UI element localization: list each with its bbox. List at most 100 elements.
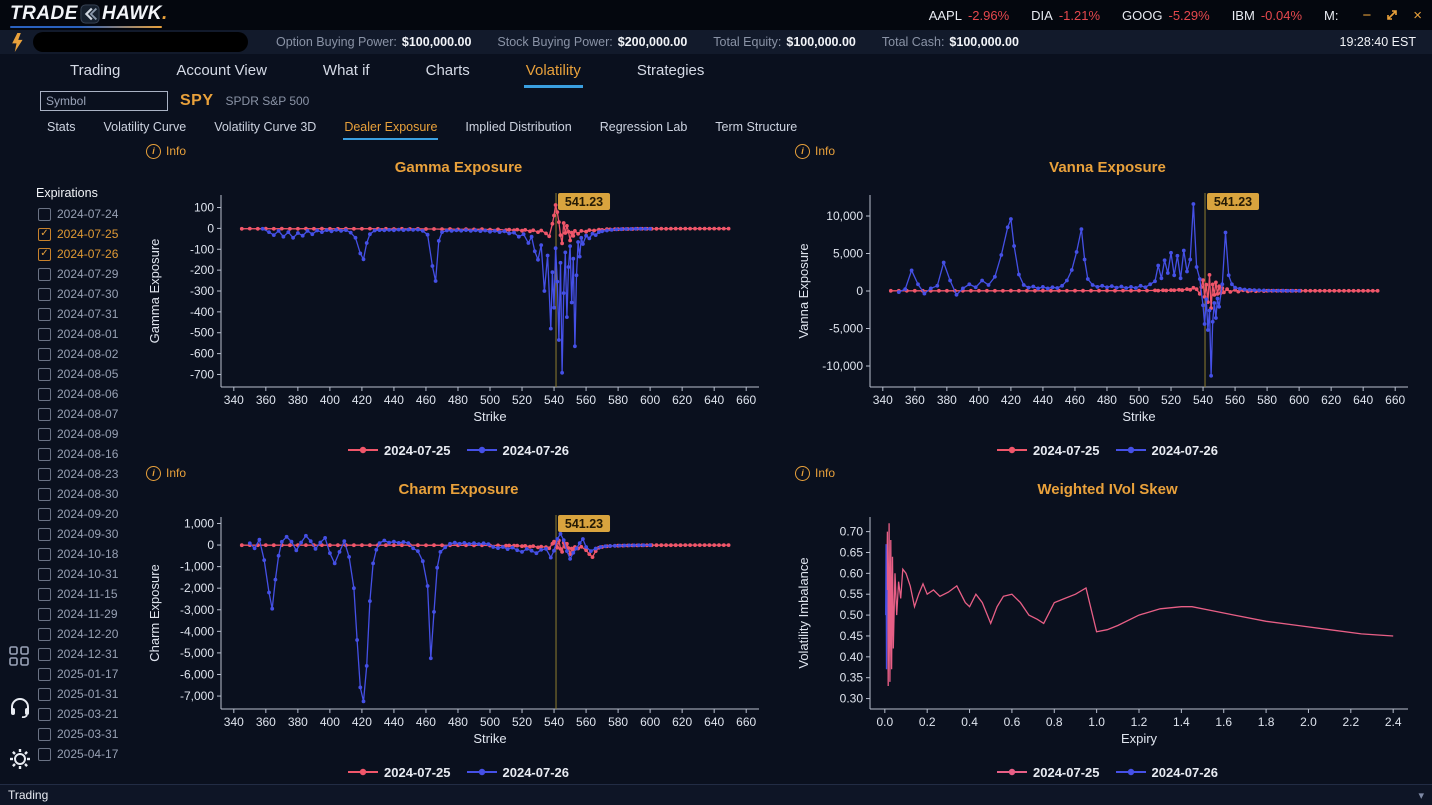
statusbar-dropdown-caret[interactable]: ▾	[1418, 789, 1424, 802]
expiration-item-2024-10-31[interactable]: 2024-10-31	[38, 564, 134, 584]
info-button[interactable]: i Info	[795, 143, 835, 159]
gamma-exposure-canvas[interactable]: 340 360 380 400 420 440 460 480 500 520 540 560 580 6…	[145, 181, 773, 427]
checkbox[interactable]	[38, 667, 51, 681]
expiration-item-2024-07-31[interactable]: 2024-07-31	[38, 304, 134, 324]
subtab-regression-lab[interactable]: Regression Lab	[599, 116, 689, 140]
charm-exposure-canvas[interactable]: 340 360 380 400 420 440 460 480 500 520 540 560 580 6…	[145, 503, 773, 749]
expiration-item-2024-08-16[interactable]: 2024-08-16	[38, 444, 134, 464]
tab-account-view[interactable]: Account View	[174, 56, 269, 88]
checkbox[interactable]	[38, 207, 51, 221]
expiration-item-2024-08-06[interactable]: 2024-08-06	[38, 384, 134, 404]
info-button[interactable]: i Info	[146, 465, 186, 481]
subtab-term-structure[interactable]: Term Structure	[714, 116, 798, 140]
subtab-volatility-curve[interactable]: Volatility Curve	[103, 116, 188, 140]
checkbox[interactable]	[38, 387, 51, 401]
checkbox[interactable]	[38, 507, 51, 521]
checkbox[interactable]	[38, 307, 51, 321]
checkbox[interactable]	[38, 587, 51, 601]
info-button[interactable]: i Info	[795, 465, 835, 481]
checkbox[interactable]	[38, 607, 51, 621]
expiration-item-2024-08-05[interactable]: 2024-08-05	[38, 364, 134, 384]
checkbox[interactable]	[38, 547, 51, 561]
expiration-item-2025-04-17[interactable]: 2025-04-17	[38, 744, 134, 764]
expiration-item-2024-11-29[interactable]: 2024-11-29	[38, 604, 134, 624]
expiration-item-2024-07-24[interactable]: 2024-07-24	[38, 204, 134, 224]
subtab-implied-distribution[interactable]: Implied Distribution	[464, 116, 572, 140]
checkbox[interactable]	[38, 467, 51, 481]
expiration-item-2024-07-29[interactable]: 2024-07-29	[38, 264, 134, 284]
subtab-dealer-exposure[interactable]: Dealer Exposure	[343, 116, 439, 140]
minimize-button[interactable]: −	[1362, 8, 1371, 23]
checkbox[interactable]	[38, 727, 51, 741]
expiration-item-2024-11-15[interactable]: 2024-11-15	[38, 584, 134, 604]
close-button[interactable]: ×	[1413, 8, 1422, 23]
legend-item-2024-07-25[interactable]: 2024-07-25	[348, 765, 451, 780]
legend-item-2024-07-26[interactable]: 2024-07-26	[1115, 443, 1218, 458]
expiration-item-2024-08-30[interactable]: 2024-08-30	[38, 484, 134, 504]
checkbox[interactable]: ✓	[38, 227, 51, 241]
headset-icon[interactable]	[8, 695, 32, 719]
expiration-item-2024-08-09[interactable]: 2024-08-09	[38, 424, 134, 444]
popout-icon[interactable]	[1385, 8, 1399, 22]
checkbox[interactable]	[38, 747, 51, 761]
checkbox[interactable]	[38, 707, 51, 721]
expiration-item-2024-10-18[interactable]: 2024-10-18	[38, 544, 134, 564]
legend-item-2024-07-26[interactable]: 2024-07-26	[466, 443, 569, 458]
checkbox[interactable]	[38, 627, 51, 641]
grid-layout-icon[interactable]	[8, 645, 30, 667]
expiration-item-2024-08-07[interactable]: 2024-08-07	[38, 404, 134, 424]
checkbox[interactable]	[38, 407, 51, 421]
tab-strategies[interactable]: Strategies	[635, 56, 707, 88]
checkbox[interactable]	[38, 267, 51, 281]
expiration-item-2024-07-25[interactable]: ✓ 2024-07-25	[38, 224, 134, 244]
weighted-ivol-skew-chart[interactable]: 0.0 0.2 0.4 0.6 0.8 1.0 1.2 1.4 1.6 1.8 2.0 2.2 2.4 0…	[791, 503, 1424, 760]
info-button[interactable]: i Info	[146, 143, 186, 159]
tab-trading[interactable]: Trading	[68, 56, 122, 88]
expiration-item-2024-09-30[interactable]: 2024-09-30	[38, 524, 134, 544]
weighted-ivol-skew-canvas[interactable]: 0.0 0.2 0.4 0.6 0.8 1.0 1.2 1.4 1.6 1.8 2.0 2.2 2.4 0…	[794, 503, 1422, 749]
tab-charts[interactable]: Charts	[424, 56, 472, 88]
checkbox[interactable]	[38, 527, 51, 541]
checkbox[interactable]	[38, 447, 51, 461]
checkbox[interactable]	[38, 347, 51, 361]
subtab-volatility-curve-3d[interactable]: Volatility Curve 3D	[213, 116, 317, 140]
statusbar-mode[interactable]: Trading	[8, 788, 48, 802]
expiration-item-2025-03-21[interactable]: 2025-03-21	[38, 704, 134, 724]
gear-icon[interactable]	[8, 747, 32, 771]
legend-item-2024-07-25[interactable]: 2024-07-25	[997, 443, 1100, 458]
expiration-item-2025-01-31[interactable]: 2025-01-31	[38, 684, 134, 704]
checkbox[interactable]	[38, 427, 51, 441]
charm-exposure-chart[interactable]: 340 360 380 400 420 440 460 480 500 520 540 560 580 6…	[142, 503, 775, 760]
expiration-item-2024-09-20[interactable]: 2024-09-20	[38, 504, 134, 524]
checkbox[interactable]	[38, 327, 51, 341]
symbol-input[interactable]	[40, 91, 168, 111]
expiration-item-2024-07-26[interactable]: ✓ 2024-07-26	[38, 244, 134, 264]
checkbox[interactable]: ✓	[38, 247, 51, 261]
checkbox[interactable]	[38, 487, 51, 501]
tab-volatility[interactable]: Volatility	[523, 56, 583, 88]
legend-item-2024-07-26[interactable]: 2024-07-26	[466, 765, 569, 780]
legend-item-2024-07-26[interactable]: 2024-07-26	[1115, 765, 1218, 780]
expiration-item-2024-12-20[interactable]: 2024-12-20	[38, 624, 134, 644]
gamma-exposure-chart[interactable]: 340 360 380 400 420 440 460 480 500 520 540 560 580 6…	[142, 181, 775, 438]
expiration-item-2025-01-17[interactable]: 2025-01-17	[38, 664, 134, 684]
checkbox[interactable]	[38, 367, 51, 381]
legend-item-2024-07-25[interactable]: 2024-07-25	[348, 443, 451, 458]
legend-item-2024-07-25[interactable]: 2024-07-25	[997, 765, 1100, 780]
lightning-icon[interactable]	[10, 32, 23, 52]
vanna-exposure-chart[interactable]: 340 360 380 400 420 440 460 480 500 520 540 560 580 6…	[791, 181, 1424, 438]
expiration-item-2024-08-02[interactable]: 2024-08-02	[38, 344, 134, 364]
checkbox[interactable]	[38, 687, 51, 701]
expiration-item-2024-07-30[interactable]: 2024-07-30	[38, 284, 134, 304]
subtab-stats[interactable]: Stats	[46, 116, 77, 140]
checkbox[interactable]	[38, 567, 51, 581]
expiration-item-2025-03-31[interactable]: 2025-03-31	[38, 724, 134, 744]
expiration-item-2024-08-01[interactable]: 2024-08-01	[38, 324, 134, 344]
tab-what-if[interactable]: What if	[321, 56, 372, 88]
expiration-date: 2025-03-31	[57, 727, 119, 741]
checkbox[interactable]	[38, 647, 51, 661]
vanna-exposure-canvas[interactable]: 340 360 380 400 420 440 460 480 500 520 540 560 580 6…	[794, 181, 1422, 427]
expiration-item-2024-08-23[interactable]: 2024-08-23	[38, 464, 134, 484]
expiration-item-2024-12-31[interactable]: 2024-12-31	[38, 644, 134, 664]
checkbox[interactable]	[38, 287, 51, 301]
